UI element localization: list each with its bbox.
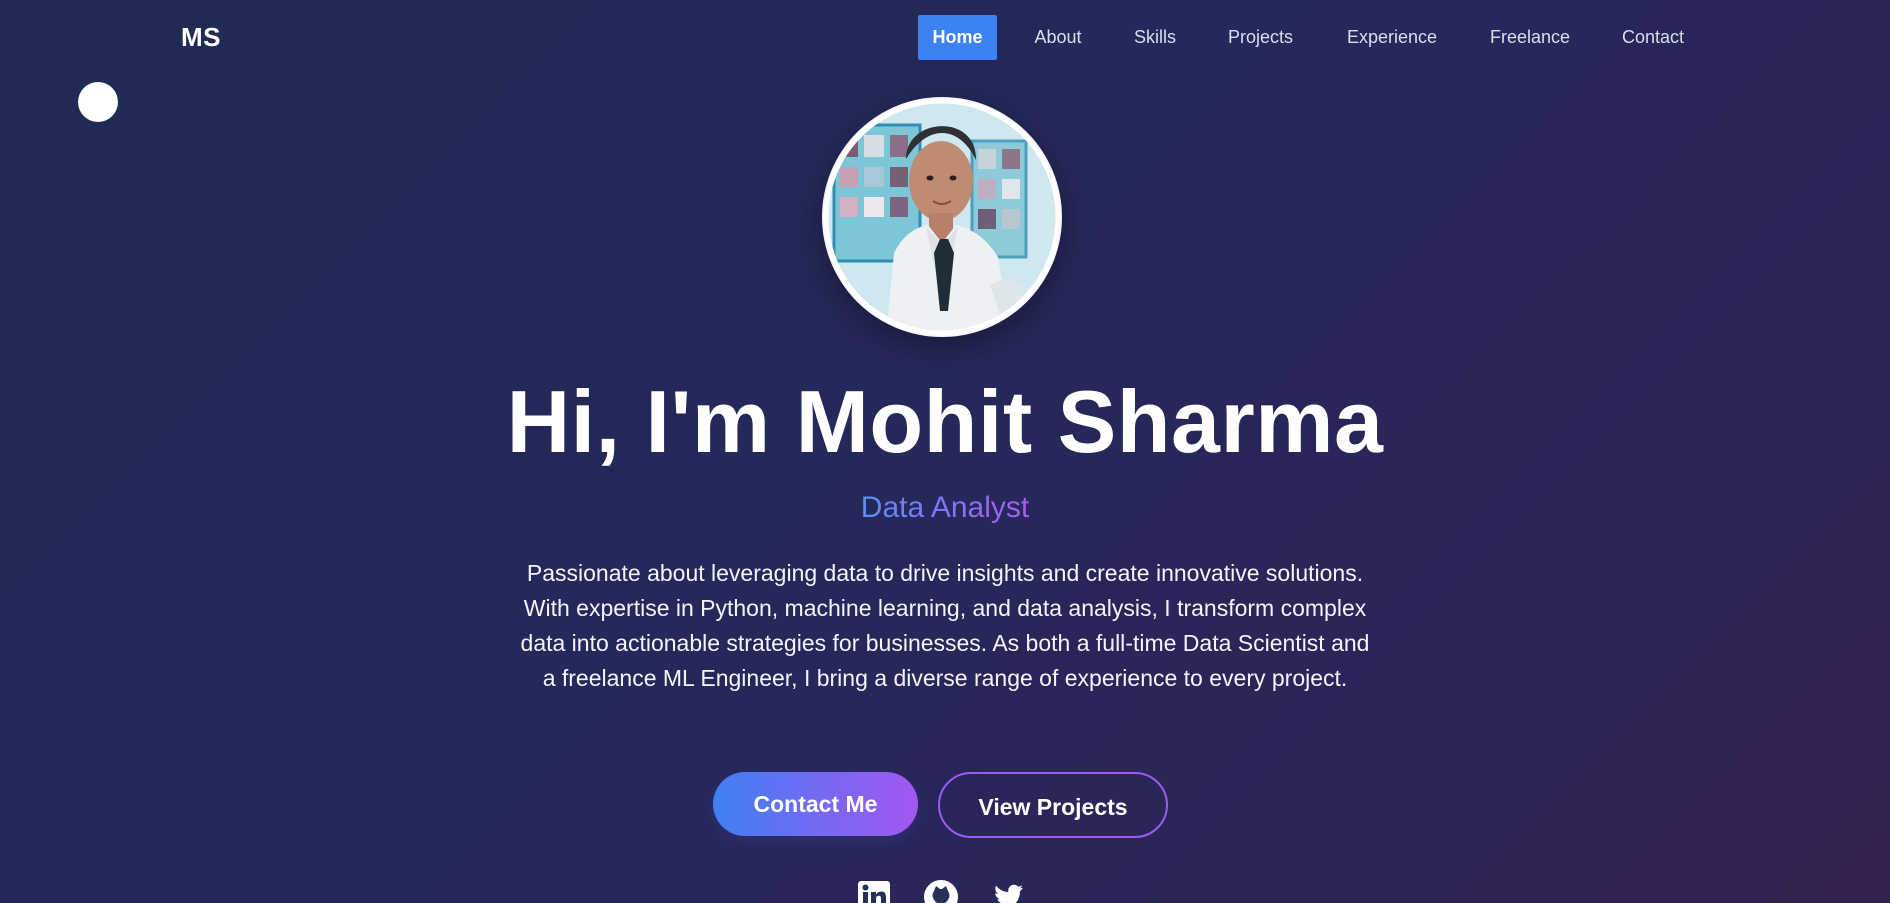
github-glyph	[924, 880, 958, 903]
github-icon[interactable]	[924, 880, 958, 903]
hero-description: Passionate about leveraging data to driv…	[520, 560, 1370, 691]
twitter-glyph	[995, 884, 1023, 903]
twitter-icon[interactable]	[991, 880, 1025, 903]
hero-title: Hi, I'm Mohit Sharma	[506, 372, 1384, 471]
linkedin-icon[interactable]	[857, 880, 891, 903]
nav-links: Home About Skills Projects Experience Fr…	[0, 15, 1890, 60]
profile-photo-illustration	[823, 98, 1061, 336]
linkedin-glyph	[858, 881, 890, 903]
nav-item-freelance[interactable]: Freelance	[1480, 15, 1580, 60]
top-navigation: MS Home About Skills Projects Experience…	[0, 0, 1890, 76]
floating-dot	[78, 82, 118, 122]
hero-subtitle: Data Analyst	[0, 488, 1890, 528]
nav-item-projects[interactable]: Projects	[1217, 15, 1304, 60]
contact-me-button[interactable]: Contact Me	[713, 772, 918, 836]
nav-item-about[interactable]: About	[1020, 15, 1096, 60]
nav-item-home[interactable]: Home	[918, 15, 997, 60]
view-projects-button[interactable]: View Projects	[938, 772, 1168, 838]
social-links	[0, 880, 1890, 903]
nav-item-skills[interactable]: Skills	[1125, 15, 1185, 60]
hero-subtitle-text: Data Analyst	[860, 491, 1030, 524]
profile-avatar	[822, 97, 1062, 337]
nav-item-experience[interactable]: Experience	[1337, 15, 1447, 60]
nav-item-contact[interactable]: Contact	[1612, 15, 1694, 60]
